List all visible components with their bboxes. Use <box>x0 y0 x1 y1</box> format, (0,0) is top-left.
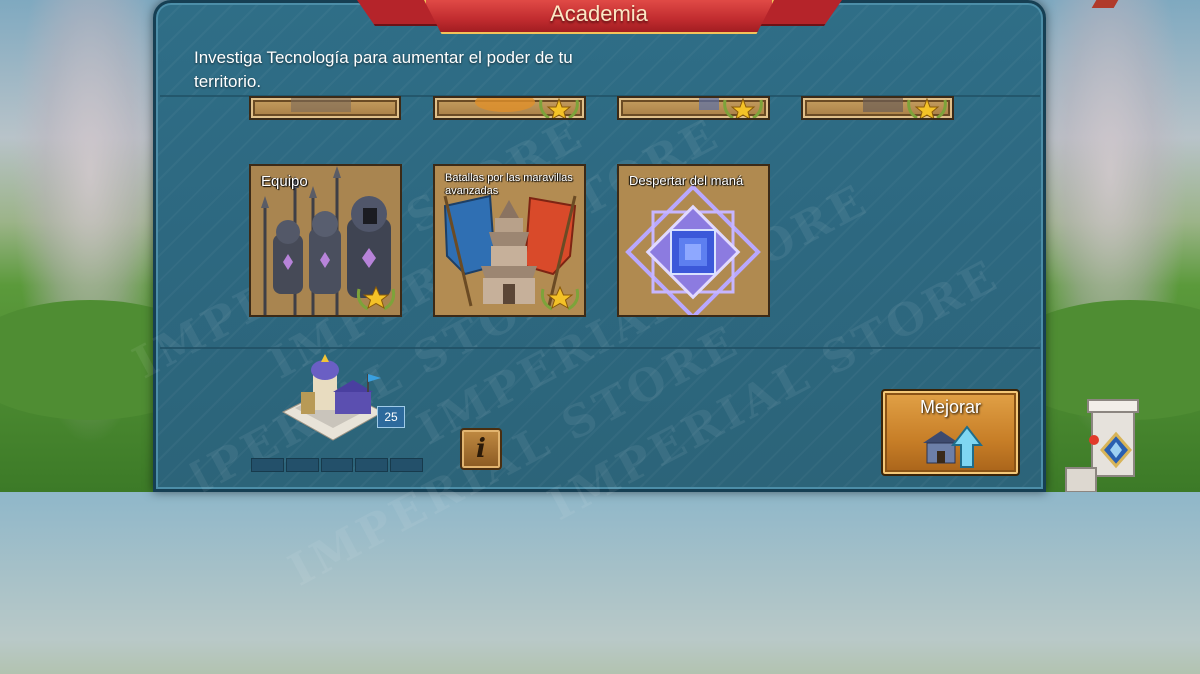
info-button[interactable]: i <box>460 428 502 470</box>
star-icon <box>356 285 396 311</box>
tech-tile-equipo[interactable]: Equipo <box>249 164 402 317</box>
page-title: Academia <box>550 1 648 26</box>
progress-bar <box>251 458 423 472</box>
tile-name: Batallas por las maravillas avanzadas <box>445 172 573 197</box>
star-icon <box>907 98 947 118</box>
mana-gem-icon <box>619 166 768 315</box>
upgrade-button-label: Mejorar <box>919 397 981 417</box>
tile-name: Equipo <box>261 173 308 190</box>
upgrade-button[interactable]: Mejorar <box>881 389 1020 476</box>
upgrade-arrow-icon <box>923 425 983 468</box>
tech-tile-partial[interactable] <box>249 96 401 120</box>
progress-segment <box>355 458 389 472</box>
tech-tile-despertar-mana[interactable]: Despertar del maná <box>617 164 770 317</box>
progress-segment <box>320 458 354 472</box>
progress-segment <box>390 458 423 472</box>
star-icon <box>540 285 580 311</box>
progress-segment <box>285 458 319 472</box>
progress-segment <box>251 458 284 472</box>
corner-ornament <box>1091 0 1119 8</box>
building-level-badge: 25 <box>377 406 405 428</box>
divider <box>160 347 1040 349</box>
tech-tile-batallas[interactable]: Batallas por las maravillas avanzadas <box>433 164 586 317</box>
tile-name: Despertar del maná <box>629 173 744 188</box>
tech-tile-partial[interactable] <box>617 96 770 120</box>
description-text: Investiga Tecnología para aumentar el po… <box>194 48 573 91</box>
watchtower-icon[interactable] <box>1062 398 1154 492</box>
star-icon <box>723 98 763 118</box>
academy-building-icon[interactable] <box>273 352 393 452</box>
tech-tile-partial[interactable] <box>433 96 586 120</box>
tech-tile-partial[interactable] <box>801 96 954 120</box>
star-icon <box>539 98 579 118</box>
